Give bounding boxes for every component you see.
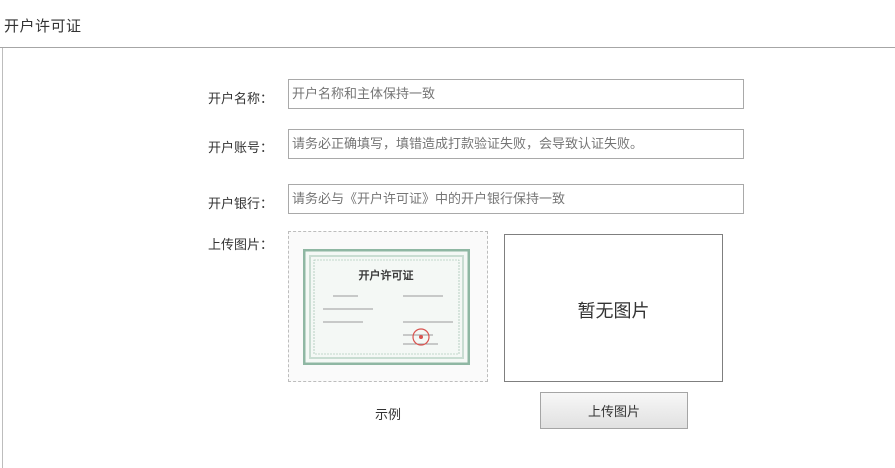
image-preview-box: 暂无图片: [504, 234, 723, 382]
left-divider: [2, 48, 3, 468]
title-bar: 开户许可证: [0, 0, 895, 48]
sample-caption: 示例: [375, 408, 402, 423]
account-number-input[interactable]: [288, 129, 744, 159]
certificate-title: 开户许可证: [359, 268, 414, 282]
upload-image-label: 上传图片：: [208, 238, 274, 253]
upload-image-button[interactable]: 上传图片: [540, 392, 688, 429]
account-number-label: 开户账号：: [208, 141, 274, 156]
account-name-input[interactable]: [288, 79, 744, 109]
bank-label: 开户银行：: [208, 197, 274, 212]
bank-input[interactable]: [288, 184, 744, 214]
certificate-illustration: 开户许可证: [302, 248, 471, 366]
account-name-label: 开户名称：: [208, 92, 274, 107]
page-title: 开户许可证: [4, 17, 82, 35]
sample-image-box: 开户许可证: [288, 231, 488, 382]
no-image-text: 暂无图片: [577, 301, 650, 322]
sample-certificate-image: 开户许可证: [302, 248, 471, 366]
